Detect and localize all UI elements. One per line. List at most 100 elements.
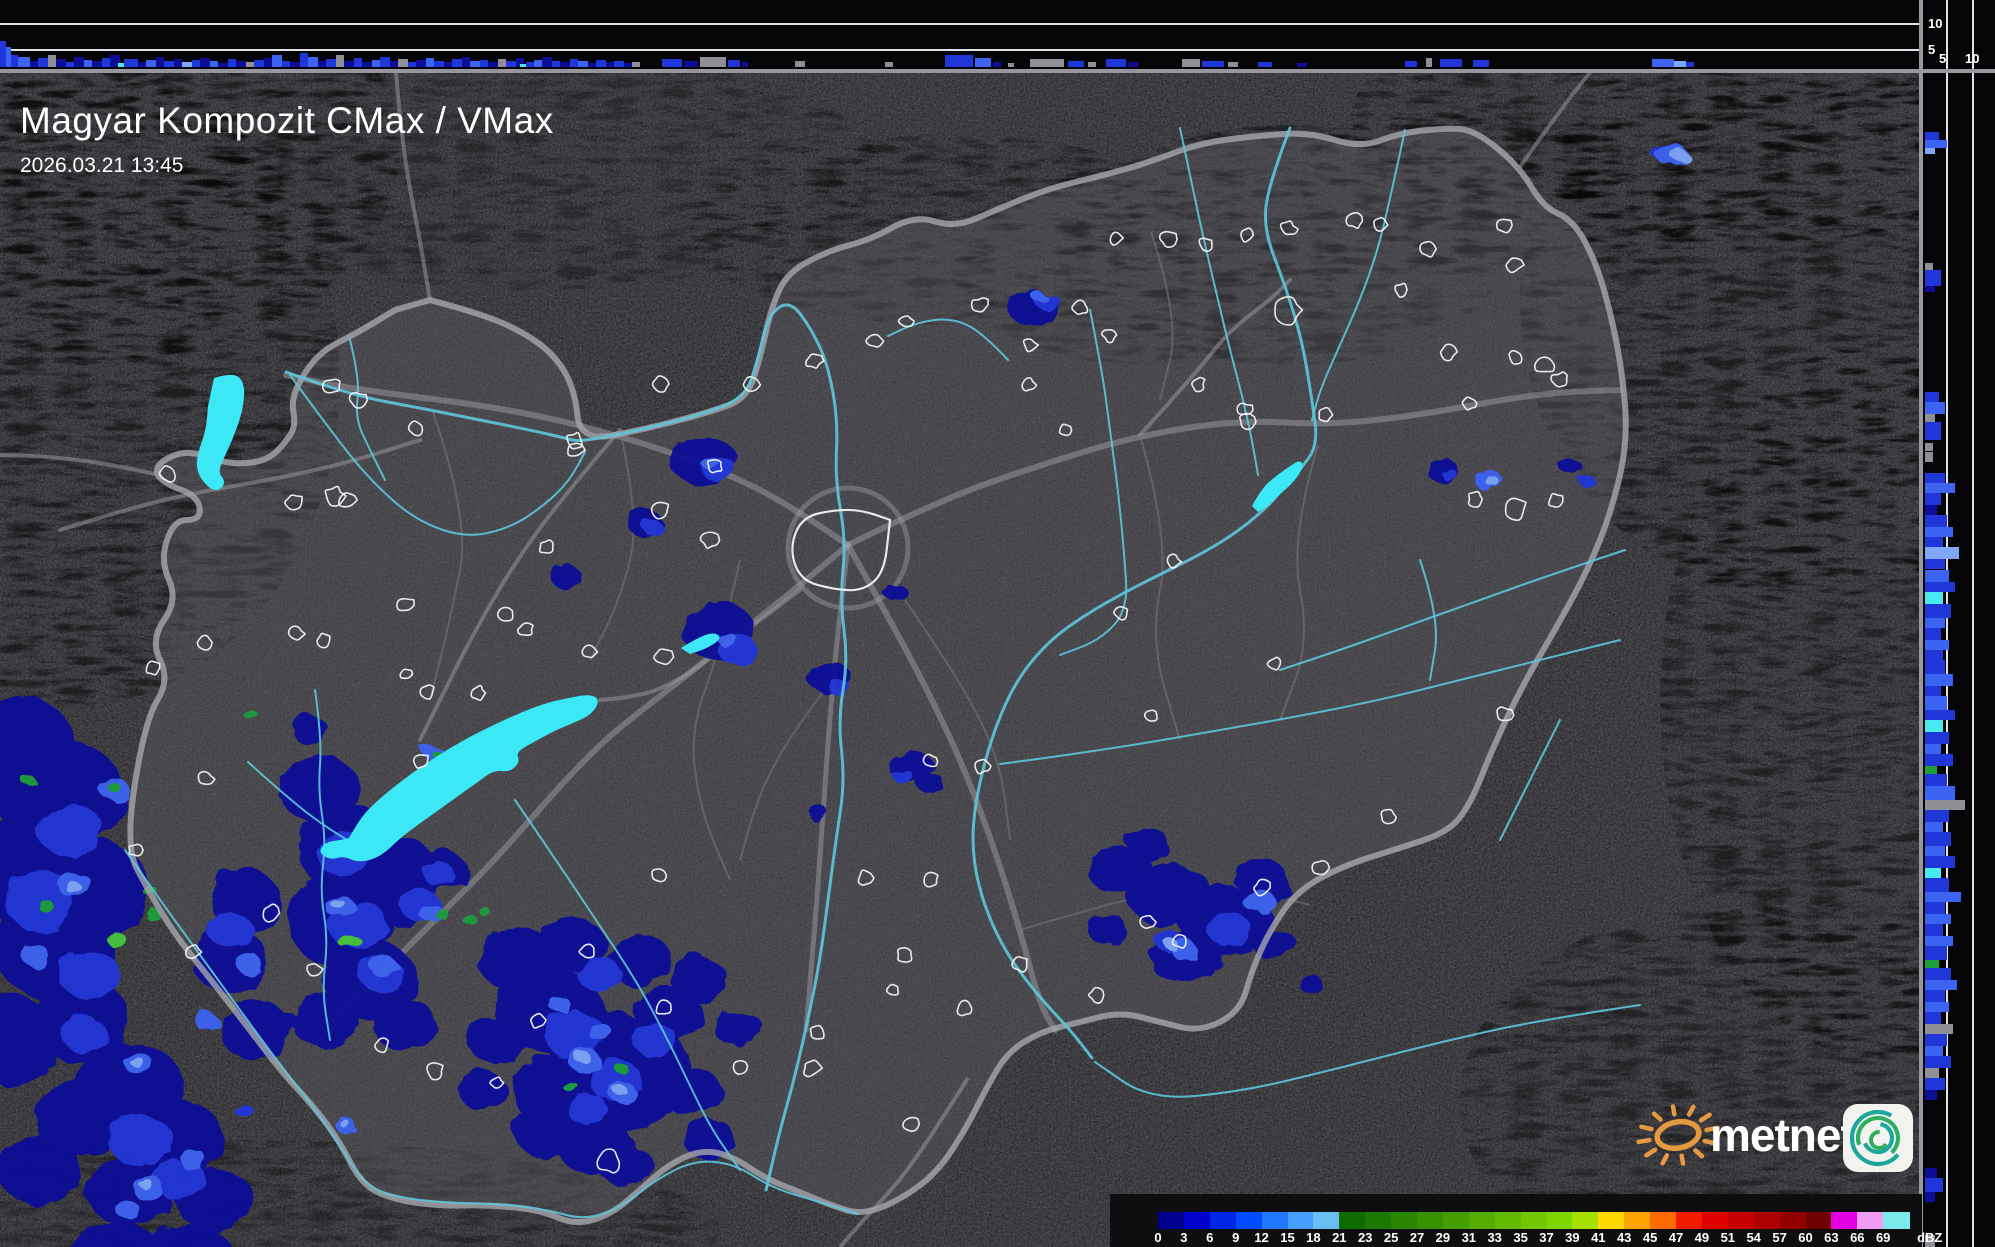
colorbar-swatch (1701, 1212, 1729, 1229)
echo-top-bar (1925, 1034, 1947, 1046)
echo-top-bar (945, 55, 973, 67)
echo-top-bar (1925, 902, 1945, 914)
echo-top-bar (470, 61, 480, 67)
echo-top-bar (290, 62, 300, 67)
echo-top-bar (1925, 1192, 1935, 1202)
echo-top-bar (318, 61, 326, 67)
echo-top-bar (1925, 810, 1949, 822)
colorbar-tick: 0 (1154, 1230, 1162, 1245)
echo-top-bar (1106, 59, 1126, 67)
echo-top-bar (1202, 61, 1224, 67)
echo-top-bar (560, 62, 570, 67)
echo-top-bar (1925, 766, 1937, 774)
height-gridline (0, 49, 1919, 51)
echo-top-bar (1925, 505, 1937, 515)
echo-top-bar (92, 61, 102, 67)
echo-top-bar (606, 62, 614, 67)
echo-top-bar (254, 60, 264, 67)
colorbar-swatch (1572, 1212, 1599, 1229)
colorbar-swatch (1158, 1212, 1185, 1229)
echo-top-bar (542, 57, 552, 67)
echo-top-bar (1405, 61, 1417, 67)
sun-ray (1644, 1147, 1658, 1158)
echo-top-bar (1473, 60, 1489, 67)
colorbar-swatch (1546, 1212, 1573, 1229)
echo-top-bar (975, 58, 991, 67)
echo-top-bar (1925, 732, 1949, 744)
echo-top-bar (30, 61, 38, 67)
colorbar-swatch (1598, 1212, 1625, 1229)
echo-top-bar (684, 61, 698, 67)
colorbar-swatch (1727, 1212, 1755, 1229)
echo-top-bar (1925, 582, 1955, 592)
echo-top-bar (1925, 604, 1951, 618)
colorbar-swatch (1365, 1212, 1392, 1229)
echo-top-bar (156, 57, 164, 67)
echo-top-bar (1925, 547, 1959, 559)
colorbar-swatch (1676, 1212, 1703, 1229)
echo-top-bar (1925, 483, 1955, 493)
colorbar-swatch (1650, 1212, 1677, 1229)
echo-top-bar (1925, 696, 1947, 710)
echo-top-bar (1925, 473, 1945, 483)
echo-top-bar (218, 63, 228, 67)
echo-top-bar (398, 59, 408, 67)
colorbar-tick: 54 (1746, 1230, 1761, 1245)
echo-top-bar (174, 59, 182, 67)
echo-top-bar (1925, 392, 1939, 402)
echo-top-bar (1925, 452, 1933, 462)
echo-top-bar (1925, 968, 1951, 980)
dbz-colorbar: 0 3 6 9 12 15 18 21 23 25 27 29 31 33 35 37 39 41 43 45 47 49… (1110, 1194, 1942, 1247)
echo-top-bar (1925, 132, 1939, 140)
echo-top-bar (354, 58, 362, 67)
colorbar-swatch (1261, 1212, 1288, 1229)
echo-top-bar (578, 61, 588, 67)
echo-top-bar (1925, 856, 1955, 868)
echo-top-bar (1925, 1024, 1953, 1034)
height-scale-label: 10 (1965, 51, 1980, 66)
echo-top-bar (506, 61, 516, 67)
echo-top-bar (588, 63, 596, 67)
echo-top-bar (632, 62, 640, 67)
echo-top-bar (434, 61, 444, 67)
echo-top-bar (1088, 62, 1096, 67)
echo-top-bar (38, 58, 48, 67)
echo-top-bar (1925, 537, 1943, 547)
colorbar-tick: 60 (1798, 1230, 1813, 1245)
metnet-logo: metnet (1636, 1104, 1913, 1172)
logo-text: metnet (1710, 1109, 1855, 1161)
colorbar-swatch (1494, 1212, 1522, 1229)
sun-ray (1639, 1124, 1654, 1132)
echo-top-bar (1925, 846, 1945, 856)
colorbar-tick: 29 (1435, 1230, 1451, 1245)
echo-top-bar (1925, 1012, 1941, 1024)
echo-top-bar (362, 62, 372, 67)
echo-top-bar (885, 62, 893, 67)
echo-top-bar (1925, 720, 1943, 732)
colorbar-tick: 27 (1409, 1230, 1425, 1245)
echo-top-bar (1925, 924, 1943, 936)
echo-top-bar (182, 62, 192, 67)
echo-top-bar (344, 61, 354, 67)
echo-top-bar (1030, 59, 1064, 67)
app-spiral-icon (1843, 1104, 1913, 1172)
echo-top-bar (146, 60, 156, 67)
echo-top-bar (1297, 63, 1307, 67)
echo-top-bar (1925, 936, 1953, 946)
echo-top-bar (1925, 800, 1965, 810)
colorbar-swatch (1235, 1212, 1263, 1229)
echo-top-bar (1925, 674, 1953, 686)
sun-ray (1679, 1153, 1686, 1166)
radar-composite-screen: 10 5 5 10 Magyar Kompozit CMax / VMax 2026.… (0, 0, 1995, 1247)
echo-top-bar (452, 59, 462, 67)
echo-top-bar (444, 62, 452, 67)
height-scale-label: 5 (1939, 51, 1947, 66)
echo-top-bar (130, 59, 138, 67)
colorbar-tick: 41 (1591, 1230, 1606, 1245)
echo-top-bar (1925, 1002, 1949, 1012)
echo-top-bar (1925, 990, 1945, 1002)
colorbar-swatch (1805, 1212, 1832, 1229)
echo-top-bar (1426, 58, 1432, 67)
colorbar-tick: 33 (1487, 1230, 1502, 1245)
colorbar-swatch (1287, 1212, 1314, 1229)
